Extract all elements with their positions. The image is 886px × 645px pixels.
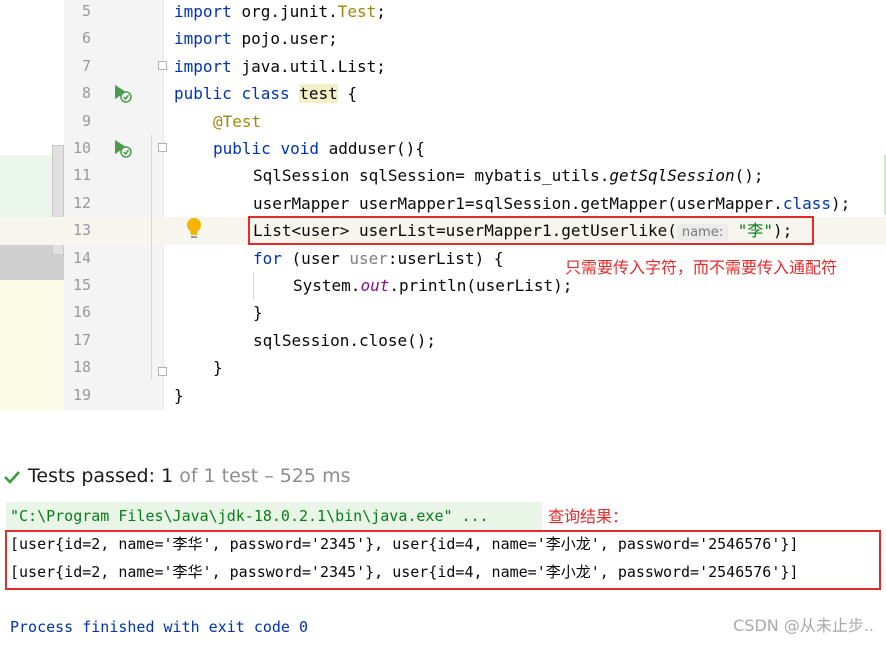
line-number: 9 bbox=[81, 111, 91, 130]
code-line-11: 11 SqlSession sqlSession= mybatis_utils.… bbox=[0, 162, 886, 189]
keyword: public bbox=[174, 84, 232, 104]
code-text: sqlSession.close(); bbox=[253, 330, 437, 350]
code-text: (user bbox=[291, 248, 350, 268]
code-line-12: 12 userMapper userMapper1=sqlSession.get… bbox=[0, 190, 886, 217]
line-number: 6 bbox=[81, 29, 91, 48]
keyword: class bbox=[782, 193, 831, 213]
line-number: 8 bbox=[81, 84, 91, 103]
keyword: class bbox=[241, 84, 290, 104]
brace: } bbox=[213, 358, 223, 378]
brace: { bbox=[347, 84, 358, 104]
keyword: import bbox=[174, 29, 232, 49]
check-icon bbox=[4, 471, 20, 484]
annotation-note: 只需要传入字符，而不需要传入通配符 bbox=[565, 258, 838, 277]
lightbulb-icon[interactable] bbox=[184, 216, 204, 240]
code-editor[interactable]: 5 import org.junit.Test; 6 import pojo.u… bbox=[0, 0, 886, 410]
code-line-17: 17 sqlSession.close(); bbox=[0, 327, 886, 354]
keyword: import bbox=[174, 56, 232, 76]
console-command[interactable]: "C:\Program Files\Java\jdk-18.0.2.1\bin\… bbox=[10, 503, 489, 529]
fold-marker-icon[interactable] bbox=[158, 367, 167, 376]
line-number: 13 bbox=[72, 221, 91, 240]
indent-guide bbox=[253, 272, 254, 299]
keyword: public bbox=[213, 139, 271, 158]
fold-marker-icon[interactable] bbox=[158, 143, 167, 152]
console-exit-message: Process finished with exit code 0 bbox=[10, 618, 309, 636]
method-name: adduser(){ bbox=[328, 139, 425, 158]
indent-guide bbox=[151, 135, 152, 380]
code-line-5: 5 import org.junit.Test; bbox=[0, 0, 886, 25]
line-number: 15 bbox=[72, 276, 91, 294]
code-line-16: 16 } bbox=[0, 299, 886, 326]
code-line-7: 7 import java.util.List; bbox=[0, 53, 886, 80]
punctuation: ; bbox=[376, 2, 386, 21]
line-number: 16 bbox=[72, 303, 91, 322]
line-number: 5 bbox=[81, 2, 91, 20]
import-path: pojo.user; bbox=[241, 29, 338, 49]
tests-total: of 1 test bbox=[179, 465, 259, 487]
console-output-line: [user{id=2, name='李华', password='2345'},… bbox=[10, 535, 799, 553]
fold-marker-icon[interactable] bbox=[158, 61, 167, 70]
code-text: .println(userList); bbox=[389, 276, 573, 295]
line-number: 7 bbox=[81, 56, 91, 75]
unused-variable: user bbox=[349, 248, 388, 268]
code-line-19: 19 } bbox=[0, 382, 886, 409]
code-text: ); bbox=[830, 193, 851, 213]
watermark: CSDN @从未止步.. bbox=[733, 616, 874, 635]
annotation: @Test bbox=[213, 111, 262, 131]
console-output-line: [user{id=2, name='李华', password='2345'},… bbox=[10, 563, 799, 581]
class-name: Test bbox=[337, 2, 377, 21]
line-number: 10 bbox=[72, 139, 91, 157]
keyword: for bbox=[253, 248, 282, 268]
line-number: 19 bbox=[72, 385, 91, 404]
line-number: 17 bbox=[72, 330, 91, 349]
line-number: 11 bbox=[72, 166, 91, 185]
package-name: org.junit. bbox=[241, 2, 338, 21]
run-test-icon[interactable] bbox=[111, 82, 133, 104]
static-field: out bbox=[360, 276, 390, 295]
brace: } bbox=[253, 303, 263, 323]
tests-status: Tests passed: 1 of 1 test – 525 ms bbox=[28, 460, 350, 492]
tests-passed-count: 1 bbox=[161, 465, 174, 487]
import-path: java.util.List; bbox=[241, 56, 386, 76]
code-line-18: 18 } bbox=[0, 354, 886, 381]
line-number: 12 bbox=[72, 193, 91, 212]
highlight-box bbox=[248, 216, 814, 245]
code-text: System. bbox=[293, 276, 361, 295]
line-number: 18 bbox=[72, 358, 91, 377]
keyword: void bbox=[280, 139, 319, 158]
code-text: :userList) { bbox=[387, 248, 504, 268]
code-line-6: 6 import pojo.user; bbox=[0, 25, 886, 52]
class-name: test bbox=[299, 84, 338, 104]
tests-duration: – 525 ms bbox=[264, 465, 351, 487]
static-method: getSqlSession bbox=[609, 166, 735, 186]
brace: } bbox=[174, 385, 184, 405]
tests-status-label: Tests passed: bbox=[28, 465, 156, 487]
keyword: import bbox=[174, 2, 232, 21]
code-text: (); bbox=[734, 166, 764, 186]
run-test-icon[interactable] bbox=[111, 137, 133, 159]
result-note: 查询结果： bbox=[548, 507, 629, 526]
code-line-9: 9 @Test bbox=[0, 108, 886, 135]
line-number: 14 bbox=[72, 248, 91, 267]
code-text: SqlSession sqlSession= mybatis_utils. bbox=[253, 166, 610, 186]
code-text: userMapper userMapper1=sqlSession.getMap… bbox=[253, 193, 783, 213]
